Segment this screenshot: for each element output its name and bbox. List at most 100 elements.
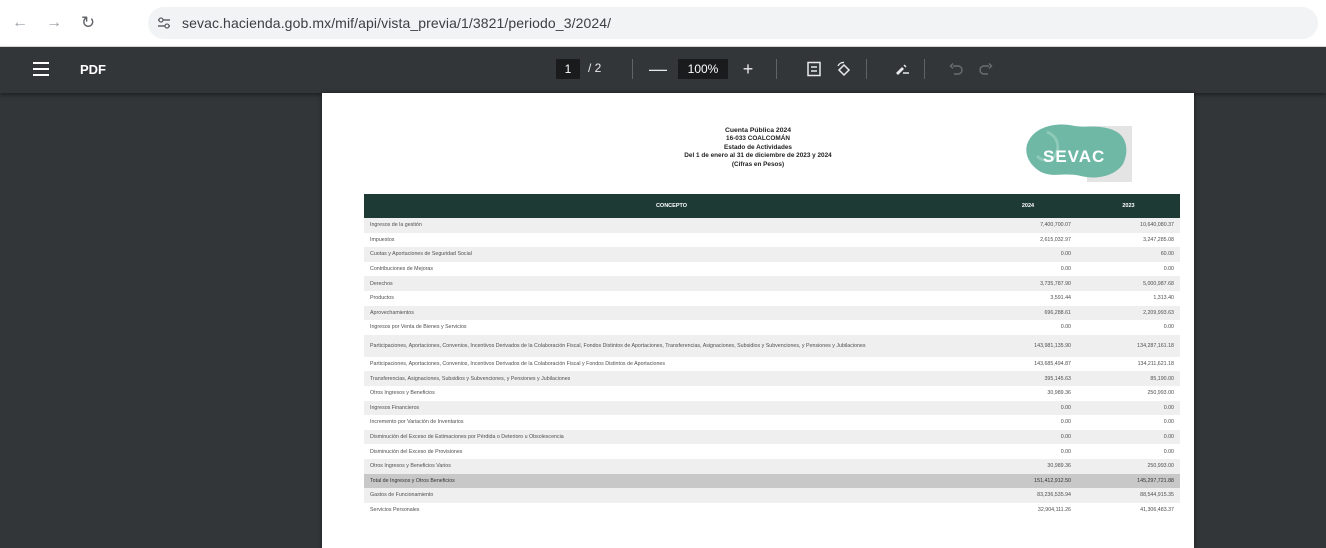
pdf-page: Cuenta Pública 2024 16-033 COALCOMÁN Est… — [322, 93, 1194, 548]
value-2023-cell: 0.00 — [1077, 429, 1180, 445]
value-2024-cell: 151,412,912.50 — [979, 473, 1077, 489]
zoom-level-input[interactable]: 100% — [678, 59, 728, 79]
value-2024-cell: 0.00 — [1060, 324, 1071, 331]
value-2024-cell: 3,735,787.90 — [979, 276, 1077, 291]
reload-icon[interactable]: ↻ — [74, 9, 102, 37]
table-row: Ingresos por Venta de Bienes y Servicios… — [364, 320, 1180, 335]
rotate-icon[interactable] — [832, 57, 856, 81]
value-2023-cell: 134,211,621.18 — [1137, 361, 1174, 368]
value-2023-cell: 3,247,285.08 — [1143, 236, 1174, 243]
concept-cell: Ingresos de la gestión — [364, 218, 979, 233]
value-2023-cell: 88,544,915.35 — [1077, 488, 1180, 503]
value-2023-cell: 1,313.40 — [1153, 295, 1174, 302]
site-info-icon[interactable] — [154, 13, 174, 33]
table-body: Ingresos de la gestión 7,400,700.07 10,640… — [364, 218, 1180, 517]
table-row: Participaciones, Aportaciones, Convenios… — [364, 334, 1180, 357]
address-bar[interactable]: sevac.hacienda.gob.mx/mif/api/vista_prev… — [148, 7, 1318, 39]
value-2024-cell: 395,145.63 — [979, 371, 1077, 386]
concept-cell: Disminución del Exceso de Provisiones — [370, 448, 463, 455]
table-row: Derechos 3,735,787.90 5,000,987.68 — [364, 276, 1180, 291]
annotate-icon[interactable] — [890, 57, 914, 81]
column-header-2023: 2023 — [1077, 194, 1180, 218]
url-text[interactable]: sevac.hacienda.gob.mx/mif/api/vista_prev… — [182, 15, 611, 31]
value-2024-cell: 0.00 — [979, 247, 1077, 262]
value-2024-cell: 0.00 — [1060, 448, 1071, 455]
value-2023-cell: 5,000,987.68 — [1077, 276, 1180, 291]
pdf-title: PDF — [80, 62, 106, 77]
undo-icon[interactable] — [944, 57, 968, 81]
table-row: Cuotas y Aportaciones de Seguridad Socia… — [364, 247, 1180, 262]
value-2023-cell: 0.00 — [1163, 266, 1174, 273]
value-2024-cell: 30,989.36 — [979, 458, 1077, 474]
table-row: Incremento por Variación de Inventarios 0… — [364, 415, 1180, 430]
concept-cell: Incremento por Variación de Inventarios — [370, 419, 464, 426]
concept-cell: Ingresos Financieros — [364, 400, 979, 416]
value-2024-cell: 0.00 — [979, 429, 1077, 445]
value-2024-cell: 0.00 — [1060, 266, 1071, 273]
value-2023-cell: 60.00 — [1077, 247, 1180, 262]
toolbar-divider — [632, 59, 633, 79]
concept-cell: Otros Ingresos y Beneficios — [370, 390, 435, 397]
table-row: Participaciones, Aportaciones, Convenios… — [364, 357, 1180, 372]
value-2023-cell: 250,993.00 — [1147, 390, 1174, 397]
concept-cell: Otros Ingresos y Beneficios Varios — [364, 458, 979, 474]
page-number-input[interactable]: 1 — [556, 59, 580, 79]
table-row: Otros Ingresos y Beneficios Varios 30,989… — [364, 458, 1180, 474]
value-2024-cell: 0.00 — [979, 400, 1077, 416]
table-row: Disminución del Exceso de Estimaciones p… — [364, 429, 1180, 445]
table-row: Otros Ingresos y Beneficios 30,989.36 250,… — [364, 386, 1180, 401]
value-2023-cell: 145,297,721.88 — [1077, 473, 1180, 489]
menu-icon[interactable] — [33, 62, 49, 76]
concept-cell: Total de Ingresos y Otros Beneficios — [364, 473, 979, 489]
table-row: Servicios Personales 32,904,111.26 41,306,… — [364, 503, 1180, 518]
concept-cell: Impuestos — [370, 236, 395, 243]
concept-cell: Disminución del Exceso de Estimaciones p… — [364, 429, 979, 445]
table-row: Contribuciones de Mejoras 0.00 0.00 — [364, 262, 1180, 277]
table-row: Gastos de Funcionamiento 83,236,535.94 88,… — [364, 488, 1180, 503]
table-row: Ingresos de la gestión 7,400,700.07 10,640… — [364, 218, 1180, 233]
concept-cell: Servicios Personales — [370, 506, 420, 513]
table-row: Transferencias, Asignaciones, Subsidios … — [364, 371, 1180, 386]
table-row: Impuestos 2,615,032.97 3,247,285.08 — [364, 233, 1180, 248]
concept-cell: Participaciones, Aportaciones, Convenios… — [370, 361, 666, 368]
fit-page-icon[interactable] — [802, 57, 826, 81]
value-2023-cell: 10,640,080.37 — [1077, 218, 1180, 233]
back-arrow-icon[interactable]: ← — [6, 9, 34, 37]
value-2023-cell: 0.00 — [1077, 400, 1180, 416]
table-header-row: CONCEPTO 2024 2023 — [364, 194, 1180, 218]
pdf-toolbar: PDF 1 / 2 — 100% + — [0, 47, 1326, 93]
table-row: Aprovechamientos 696,288.61 2,209,993.63 — [364, 305, 1180, 321]
forward-arrow-icon[interactable]: → — [40, 9, 68, 37]
value-2024-cell: 83,236,535.94 — [979, 488, 1077, 503]
value-2024-cell: 143,981,135.90 — [979, 334, 1077, 357]
concept-cell: Contribuciones de Mejoras — [370, 266, 434, 273]
table-row: Productos 3,591.44 1,313.40 — [364, 291, 1180, 306]
value-2024-cell: 7,400,700.07 — [979, 218, 1077, 233]
concept-cell: Participaciones, Aportaciones, Convenios… — [364, 334, 979, 357]
value-2024-cell: 2,615,032.97 — [1040, 236, 1071, 243]
value-2024-cell: 0.00 — [1060, 419, 1071, 426]
redo-icon[interactable] — [974, 57, 998, 81]
zoom-out-icon[interactable]: — — [646, 55, 670, 83]
value-2024-cell: 30,989.36 — [1047, 390, 1071, 397]
toolbar-divider — [776, 59, 777, 79]
column-header-2024: 2024 — [979, 194, 1077, 218]
value-2023-cell: 0.00 — [1163, 448, 1174, 455]
value-2023-cell: 250,993.00 — [1077, 458, 1180, 474]
value-2024-cell: 32,904,111.26 — [1037, 506, 1071, 513]
value-2023-cell: 2,209,993.63 — [1077, 305, 1180, 321]
zoom-in-icon[interactable]: + — [736, 55, 760, 83]
column-header-concept: CONCEPTO — [364, 194, 979, 218]
sevac-logo: SEVAC — [1017, 118, 1152, 188]
concept-cell: Aprovechamientos — [364, 305, 979, 321]
table-row: Total de Ingresos y Otros Beneficios 151,… — [364, 473, 1180, 489]
logo-text: SEVAC — [1043, 147, 1105, 166]
value-2023-cell: 134,287,161.18 — [1077, 334, 1180, 357]
value-2023-cell: 41,306,483.37 — [1140, 506, 1174, 513]
page-total: / 2 — [588, 61, 602, 75]
toolbar-divider — [924, 59, 925, 79]
value-2023-cell: 0.00 — [1163, 419, 1174, 426]
concept-cell: Transferencias, Asignaciones, Subsidios … — [364, 371, 979, 386]
value-2024-cell: 143,685,494.87 — [1034, 361, 1071, 368]
concept-cell: Cuotas y Aportaciones de Seguridad Socia… — [364, 247, 979, 262]
